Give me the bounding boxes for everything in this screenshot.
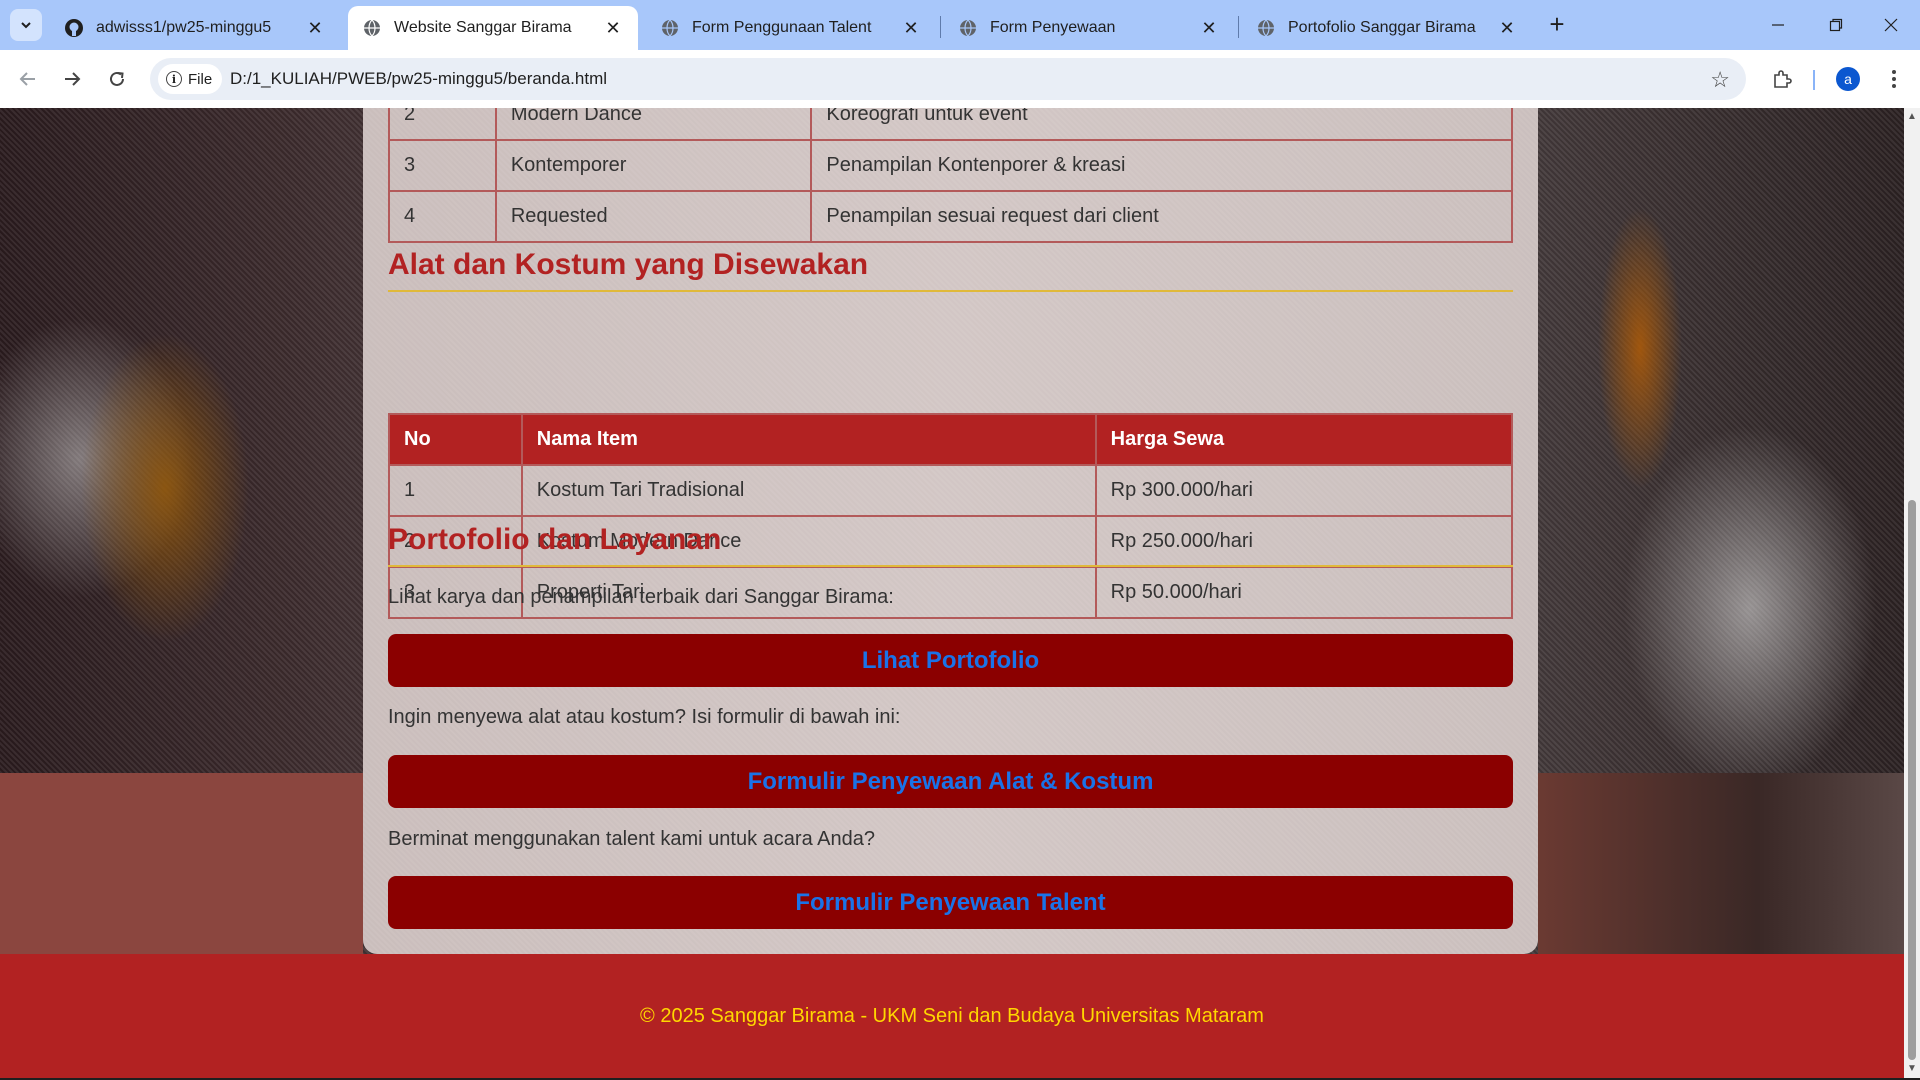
- reload-button[interactable]: [101, 63, 133, 95]
- table-cell-desc: Penampilan Kontenporer & kreasi: [810, 139, 1513, 192]
- background-panel-left: [0, 773, 363, 954]
- table-row: 4 Requested Penampilan sesuai request da…: [388, 190, 1513, 243]
- forward-button[interactable]: [56, 63, 88, 95]
- table-cell-no: 4: [388, 190, 497, 243]
- extensions-button[interactable]: [1767, 64, 1797, 94]
- rent-intro-text: Ingin menyewa alat atau kostum? Isi form…: [388, 706, 901, 728]
- restore-button[interactable]: [1807, 0, 1865, 50]
- tab-label: adwisss1/pw25-minggu5: [96, 19, 272, 36]
- table-row: 2 Modern Dance Koreografi untuk event: [388, 108, 1513, 141]
- footer-text: © 2025 Sanggar Birama - UKM Seni dan Bud…: [640, 1004, 1264, 1027]
- minimize-button[interactable]: [1749, 0, 1807, 50]
- scrollbar-thumb[interactable]: [1908, 500, 1916, 1060]
- tab-website-sanggar-birama[interactable]: Website Sanggar Birama ✕: [348, 6, 638, 50]
- table-cell-desc: Koreografi untuk event: [810, 108, 1513, 141]
- bookmark-star-icon[interactable]: ☆: [1710, 67, 1730, 93]
- table-cell-name: Kontemporer: [494, 139, 813, 192]
- table-row: 3 Kontemporer Penampilan Kontenporer & k…: [388, 139, 1513, 192]
- profile-avatar[interactable]: a: [1836, 67, 1860, 91]
- browser-menu-button[interactable]: [1879, 64, 1909, 94]
- file-chip-label: File: [188, 70, 213, 88]
- section-divider: [388, 565, 1513, 567]
- table-cell-no: 2: [388, 108, 497, 141]
- close-icon: [1884, 18, 1898, 32]
- table-cell-price: Rp 300.000/hari: [1094, 464, 1514, 517]
- puzzle-icon: [1774, 70, 1792, 88]
- window-close-button[interactable]: [1862, 0, 1920, 50]
- tab-label: Form Penyewaan: [990, 19, 1116, 36]
- table-cell-desc: Penampilan sesuai request dari client: [810, 190, 1513, 243]
- site-info-button[interactable]: i File: [158, 64, 223, 94]
- reload-icon: [110, 71, 124, 86]
- rent-form-button[interactable]: Formulir Penyewaan Alat & Kostum: [388, 755, 1513, 808]
- tab-separator: [1238, 16, 1239, 38]
- tab-search-button[interactable]: [10, 9, 42, 41]
- table-cell-no: 3: [388, 139, 497, 192]
- tab-form-penggunaan-talent[interactable]: Form Penggunaan Talent ✕: [646, 6, 936, 50]
- talent-form-button[interactable]: Formulir Penyewaan Talent: [388, 876, 1513, 929]
- close-icon[interactable]: ✕: [304, 17, 326, 39]
- table-cell-price: Rp 250.000/hari: [1094, 515, 1514, 568]
- github-icon: [65, 19, 83, 37]
- new-tab-button[interactable]: +: [1543, 11, 1571, 39]
- table-cell-no: 1: [388, 464, 523, 517]
- back-button[interactable]: [12, 63, 44, 95]
- portfolio-intro-text: Lihat karya dan penampilan terbaik dari …: [388, 586, 894, 608]
- restore-icon: [1829, 18, 1843, 32]
- info-icon: i: [166, 71, 182, 87]
- page-footer: © 2025 Sanggar Birama - UKM Seni dan Bud…: [0, 954, 1904, 1078]
- background-panel-right: [1538, 773, 1904, 954]
- more-vertical-icon: [1892, 70, 1896, 88]
- view-portfolio-button[interactable]: Lihat Portofolio: [388, 634, 1513, 687]
- tab-label: Portofolio Sanggar Birama: [1288, 19, 1476, 36]
- services-table: 2 Modern Dance Koreografi untuk event 3 …: [388, 108, 1513, 243]
- table-row: 1 Kostum Tari Tradisional Rp 300.000/har…: [388, 464, 1514, 517]
- scroll-down-arrow-icon[interactable]: ▼: [1907, 1064, 1917, 1074]
- close-icon[interactable]: ✕: [900, 17, 922, 39]
- globe-icon: [662, 19, 678, 37]
- column-header-price: Harga Sewa: [1094, 413, 1514, 466]
- tab-separator: [940, 16, 941, 38]
- tab-portofolio[interactable]: Portofolio Sanggar Birama ✕: [1242, 6, 1532, 50]
- chevron-down-icon: [21, 22, 31, 29]
- address-bar[interactable]: i File D:/1_KULIAH/PWEB/pw25-minggu5/ber…: [150, 58, 1746, 100]
- section-divider: [388, 290, 1513, 292]
- talent-intro-text: Berminat menggunakan talent kami untuk a…: [388, 828, 875, 850]
- toolbar-divider: [1813, 70, 1815, 90]
- tab-label: Form Penggunaan Talent: [692, 19, 872, 36]
- scroll-up-arrow-icon[interactable]: ▲: [1907, 112, 1917, 122]
- browser-tab-bar: adwisss1/pw25-minggu5 ✕ Website Sanggar …: [0, 0, 1920, 50]
- close-icon[interactable]: ✕: [1496, 17, 1518, 39]
- close-icon[interactable]: ✕: [602, 17, 624, 39]
- browser-toolbar: i File D:/1_KULIAH/PWEB/pw25-minggu5/ber…: [0, 50, 1920, 108]
- url-text[interactable]: D:/1_KULIAH/PWEB/pw25-minggu5/beranda.ht…: [230, 69, 607, 89]
- globe-icon: [364, 19, 380, 37]
- table-header-row: No Nama Item Harga Sewa: [388, 413, 1514, 466]
- column-header-name: Nama Item: [520, 413, 1097, 466]
- vertical-scrollbar[interactable]: ▲ ▼: [1904, 108, 1920, 1078]
- arrow-right-icon: [65, 72, 81, 86]
- table-cell-name: Requested: [494, 190, 813, 243]
- table-cell-name: Kostum Tari Tradisional: [520, 464, 1097, 517]
- column-header-no: No: [388, 413, 523, 466]
- table-cell-price: Rp 50.000/hari: [1094, 566, 1514, 619]
- arrow-left-icon: [19, 72, 35, 86]
- minimize-icon: [1772, 24, 1784, 26]
- rental-section-title: Alat dan Kostum yang Disewakan: [388, 248, 869, 281]
- globe-icon: [960, 19, 976, 37]
- globe-icon: [1258, 19, 1274, 37]
- table-cell-name: Modern Dance: [494, 108, 813, 141]
- tab-form-penyewaan[interactable]: Form Penyewaan ✕: [944, 6, 1234, 50]
- portfolio-section-title: Portofolio dan Layanan: [388, 523, 722, 556]
- tab-github[interactable]: adwisss1/pw25-minggu5 ✕: [50, 6, 340, 50]
- page-viewport: 2 Modern Dance Koreografi untuk event 3 …: [0, 108, 1904, 1078]
- close-icon[interactable]: ✕: [1198, 17, 1220, 39]
- tab-label: Website Sanggar Birama: [394, 19, 572, 36]
